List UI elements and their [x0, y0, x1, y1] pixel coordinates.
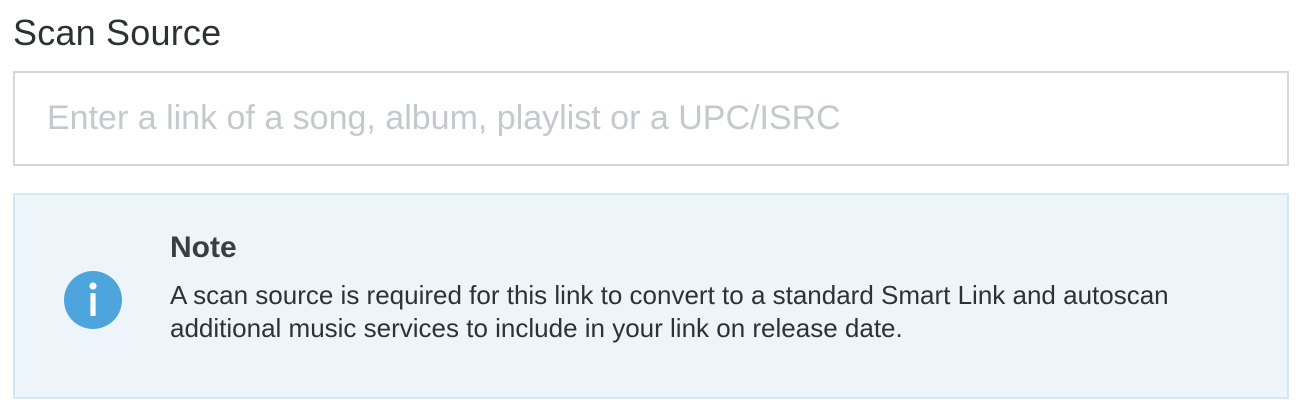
note-body: A scan source is required for this link …	[170, 280, 1169, 343]
scan-source-field[interactable]	[13, 71, 1289, 166]
note-title: Note	[170, 231, 237, 264]
scan-source-input[interactable]	[15, 73, 1287, 164]
section-title: Scan Source	[13, 12, 222, 53]
info-icon	[64, 271, 122, 329]
note-box: Note A scan source is required for this …	[13, 193, 1289, 399]
